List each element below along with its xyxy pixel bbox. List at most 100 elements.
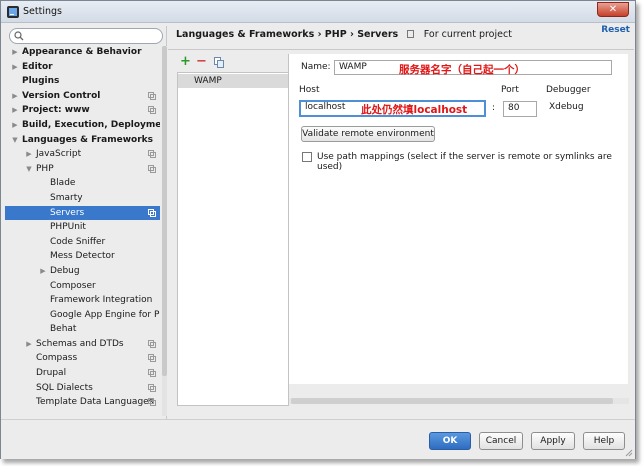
settings-sidebar: ▶ Appearance & Behavior ▶ Editor Plugins ▶ Ver… xyxy=(5,26,167,419)
ok-button[interactable]: OK xyxy=(429,432,471,450)
tree-item[interactable]: ▼ PHP xyxy=(5,162,160,177)
tree-item[interactable]: Template Data Languages xyxy=(5,395,160,410)
remove-server-button[interactable]: − xyxy=(196,54,207,70)
dialog-button-bar: OK Cancel Apply Help xyxy=(1,419,635,459)
tree-item-label: Blade xyxy=(50,178,76,189)
chevron-right-icon[interactable]: ▶ xyxy=(25,337,33,352)
tree-item-label: Plugins xyxy=(22,76,60,87)
tree-item[interactable]: ▶ Appearance & Behavior xyxy=(5,45,160,60)
tree-item[interactable]: ▶ Project: www xyxy=(5,103,160,118)
tree-item[interactable]: Smarty xyxy=(5,191,160,206)
tree-item-label: Debug xyxy=(50,265,80,276)
close-button[interactable]: ✕ xyxy=(597,2,629,17)
settings-content: Languages & Frameworks › PHP › Servers F… xyxy=(168,24,634,419)
tree-item[interactable]: PHPUnit xyxy=(5,220,160,235)
tree-item-label: Composer xyxy=(50,280,96,291)
chevron-right-icon[interactable]: ▶ xyxy=(11,103,19,118)
tree-item[interactable]: Google App Engine for PH xyxy=(5,308,160,323)
tree-item-label: Google App Engine for PH xyxy=(50,309,160,320)
tree-item[interactable]: Blade xyxy=(5,176,160,191)
tree-item-label: Template Data Languages xyxy=(36,397,154,408)
form-scrollbar-thumb[interactable] xyxy=(291,398,613,404)
header-divider xyxy=(168,49,634,50)
tree-item[interactable]: ▶ Build, Execution, Deployment xyxy=(5,118,160,133)
chevron-down-icon[interactable]: ▼ xyxy=(11,133,19,148)
tree-item-label: Project: www xyxy=(22,105,90,116)
window-title: Settings xyxy=(23,6,62,17)
tree-item-label: Appearance & Behavior xyxy=(22,47,142,57)
cancel-button[interactable]: Cancel xyxy=(479,432,523,450)
apply-button[interactable]: Apply xyxy=(531,432,575,450)
tree-item[interactable]: ▶ JavaScript xyxy=(5,147,160,162)
path-mappings-checkbox[interactable] xyxy=(302,152,312,162)
tree-item[interactable]: Drupal xyxy=(5,366,160,381)
chevron-right-icon[interactable]: ▶ xyxy=(11,45,19,60)
search-icon xyxy=(14,31,24,41)
tree-item-label: Languages & Frameworks xyxy=(22,134,154,145)
help-button[interactable]: Help xyxy=(583,432,625,450)
project-scope-icon xyxy=(148,354,156,363)
breadcrumb-path: Languages & Frameworks › PHP › Servers xyxy=(176,29,399,40)
tree-item[interactable]: Compass xyxy=(5,351,160,366)
tree-item-label: JavaScript xyxy=(36,149,82,160)
title-bar: Settings ✕ xyxy=(1,1,635,23)
tree-item[interactable]: Servers xyxy=(5,205,160,221)
project-scope-icon xyxy=(148,339,156,348)
name-field-value: WAMP xyxy=(339,62,367,72)
server-list-panel: + − WAMP xyxy=(176,54,289,430)
host-annotation: 此处仍然填localhost xyxy=(361,104,468,116)
tree-item[interactable]: ▶ Version Control xyxy=(5,89,160,104)
chevron-right-icon[interactable]: ▶ xyxy=(11,89,19,104)
chevron-right-icon[interactable]: ▶ xyxy=(11,118,19,133)
tree-item[interactable]: ▶ Schemas and DTDs xyxy=(5,337,160,352)
tree-item-label: Mess Detector xyxy=(50,251,115,262)
chevron-right-icon[interactable]: ▶ xyxy=(39,264,47,279)
breadcrumb: Languages & Frameworks › PHP › Servers F… xyxy=(176,29,512,40)
name-label: Name: xyxy=(301,62,331,72)
project-icon xyxy=(407,30,415,38)
form-horizontal-scrollbar[interactable] xyxy=(289,398,629,404)
tree-item-label: Editor xyxy=(22,61,53,72)
tree-item-label: Version Control xyxy=(22,90,101,101)
add-server-button[interactable]: + xyxy=(180,54,191,70)
host-field-value: localhost xyxy=(305,102,346,112)
settings-search[interactable] xyxy=(9,28,163,44)
port-field[interactable]: 80 xyxy=(503,101,537,117)
tree-item[interactable]: Plugins xyxy=(5,74,160,89)
copy-server-icon[interactable] xyxy=(214,57,224,68)
tree-item[interactable]: Behat xyxy=(5,322,160,337)
validate-remote-button[interactable]: Validate remote environment xyxy=(301,126,435,142)
tree-item[interactable]: ▶ Editor xyxy=(5,60,160,75)
server-list-item[interactable]: WAMP xyxy=(178,74,288,88)
chevron-right-icon[interactable]: ▶ xyxy=(11,60,19,75)
tree-item[interactable]: ▼ Languages & Frameworks xyxy=(5,133,160,148)
tree-item[interactable]: ▶ Debug xyxy=(5,264,160,279)
tree-item[interactable]: Framework Integration xyxy=(5,293,160,308)
debugger-select-value: Xdebug xyxy=(549,102,584,112)
debugger-label: Debugger xyxy=(546,85,591,95)
tree-item[interactable]: Mess Detector xyxy=(5,249,160,264)
sidebar-scrollbar[interactable] xyxy=(162,46,167,416)
tree-item[interactable]: Code Sniffer xyxy=(5,235,160,250)
chevron-down-icon[interactable]: ▼ xyxy=(25,162,33,177)
tree-item-label: PHP xyxy=(36,163,54,174)
resize-grip-icon[interactable] xyxy=(625,449,633,457)
reset-link[interactable]: Reset xyxy=(601,25,630,35)
project-scope-icon xyxy=(148,150,156,159)
project-scope-icon xyxy=(148,164,156,173)
project-scope-icon xyxy=(148,91,156,100)
project-scope-icon xyxy=(148,369,156,378)
tree-item-label: Servers xyxy=(50,207,85,218)
port-label: Port xyxy=(501,85,519,95)
project-scope-icon xyxy=(148,398,156,407)
search-input[interactable] xyxy=(26,30,156,42)
server-list: WAMP xyxy=(177,72,289,406)
path-mappings-label[interactable]: Use path mappings (select if the server … xyxy=(317,152,628,172)
for-project-label: For current project xyxy=(423,29,512,40)
debugger-select[interactable]: Xdebug xyxy=(545,101,625,117)
close-icon: ✕ xyxy=(608,4,618,15)
sidebar-scrollbar-thumb[interactable] xyxy=(162,46,167,376)
tree-item[interactable]: SQL Dialects xyxy=(5,381,160,396)
tree-item[interactable]: Composer xyxy=(5,279,160,294)
chevron-right-icon[interactable]: ▶ xyxy=(25,147,33,162)
